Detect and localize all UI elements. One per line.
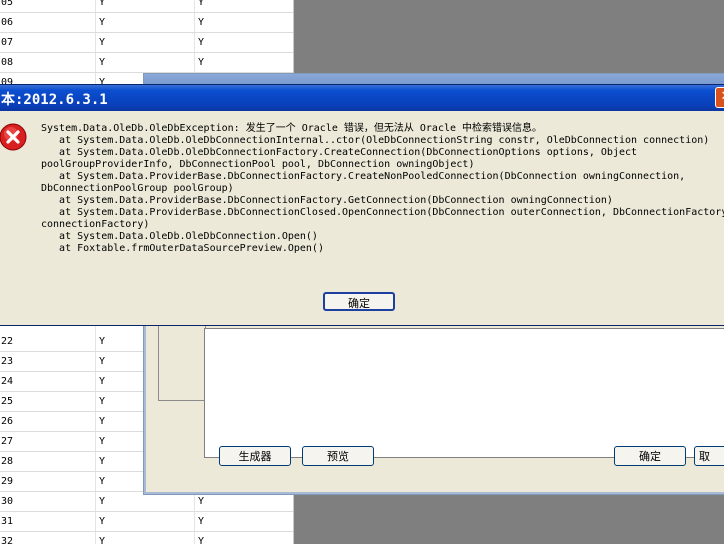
row-id-cell: 22: [1, 336, 14, 347]
error-dialog: 本:2012.6.3.1 ✕ System.Data.OleDb.OleDbEx…: [0, 84, 724, 326]
table-row[interactable]: 08 Y Y: [0, 52, 293, 73]
error-dialog-titlebar: 本:2012.6.3.1 ✕: [0, 85, 724, 111]
row-cell: Y: [99, 37, 106, 48]
table-row[interactable]: 31 Y Y: [0, 511, 293, 532]
row-cell: Y: [99, 0, 106, 8]
row-id-cell: 24: [1, 376, 14, 387]
row-cell: Y: [99, 57, 106, 68]
row-cell: Y: [99, 376, 106, 387]
row-cell: Y: [99, 536, 106, 544]
row-cell: Y: [198, 0, 205, 8]
row-cell: Y: [99, 516, 106, 527]
row-cell: Y: [99, 496, 106, 507]
table-row[interactable]: 32 Y Y: [0, 531, 293, 544]
row-id-cell: 26: [1, 416, 14, 427]
row-id-cell: 32: [1, 536, 14, 544]
row-id-cell: 06: [1, 17, 14, 28]
row-cell: Y: [99, 17, 106, 28]
error-dialog-title: 本:2012.6.3.1: [1, 92, 108, 108]
row-cell: Y: [99, 336, 106, 347]
row-id-cell: 23: [1, 356, 14, 367]
close-icon: ✕: [721, 89, 724, 104]
row-id-cell: 08: [1, 57, 14, 68]
row-cell: Y: [198, 17, 205, 28]
error-icon: [0, 123, 27, 151]
row-cell: Y: [198, 516, 205, 527]
row-cell: Y: [198, 536, 205, 544]
table-row[interactable]: 06 Y Y: [0, 12, 293, 33]
row-id-cell: 25: [1, 396, 14, 407]
row-id-cell: 28: [1, 456, 14, 467]
row-id-cell: 07: [1, 37, 14, 48]
row-cell: Y: [99, 396, 106, 407]
row-id-cell: 05: [1, 0, 14, 8]
ok-button[interactable]: 确定: [323, 292, 395, 311]
row-id-cell: 30: [1, 496, 14, 507]
row-cell: Y: [99, 416, 106, 427]
preview-results-panel: [204, 328, 724, 458]
preview-button[interactable]: 预览: [302, 446, 374, 466]
row-cell: Y: [99, 436, 106, 447]
row-cell: Y: [198, 37, 205, 48]
preview-ok-button[interactable]: 确定: [614, 446, 686, 466]
error-message: System.Data.OleDb.OleDbException: 发生了一个 …: [41, 123, 724, 254]
row-cell: Y: [99, 476, 106, 487]
close-button[interactable]: ✕: [715, 87, 724, 108]
row-cell: Y: [198, 496, 205, 507]
preview-cancel-button[interactable]: 取: [694, 446, 724, 466]
row-id-cell: 31: [1, 516, 14, 527]
row-id-cell: 27: [1, 436, 14, 447]
row-cell: Y: [99, 456, 106, 467]
table-row[interactable]: 07 Y Y: [0, 32, 293, 53]
generator-button[interactable]: 生成器: [219, 446, 291, 466]
row-cell: Y: [99, 356, 106, 367]
preview-left-panel: [158, 324, 206, 401]
row-id-cell: 29: [1, 476, 14, 487]
row-cell: Y: [198, 57, 205, 68]
